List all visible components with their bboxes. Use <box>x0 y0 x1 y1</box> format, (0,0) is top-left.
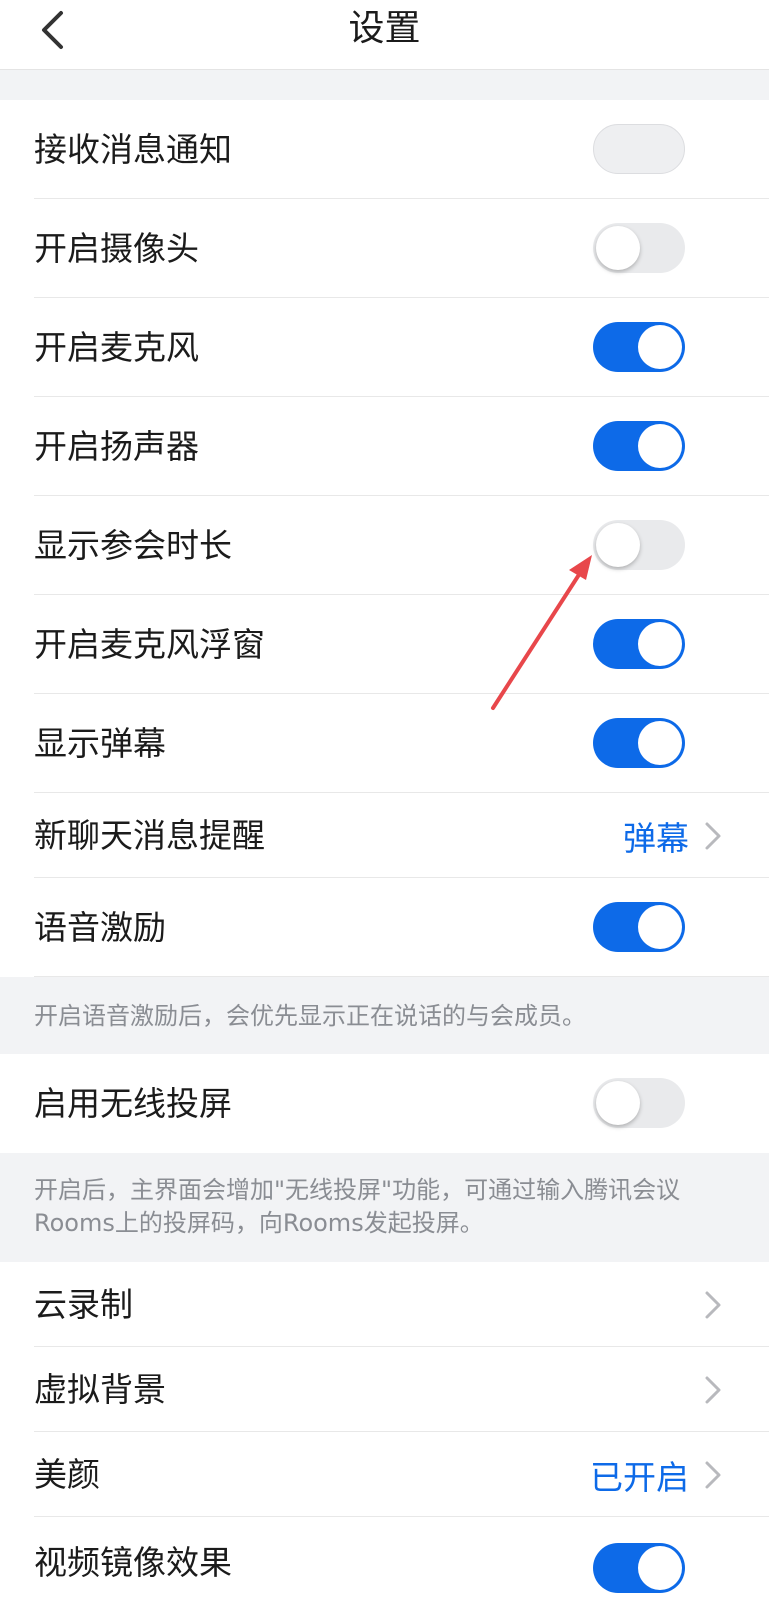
annotation-arrow-icon <box>491 555 592 710</box>
